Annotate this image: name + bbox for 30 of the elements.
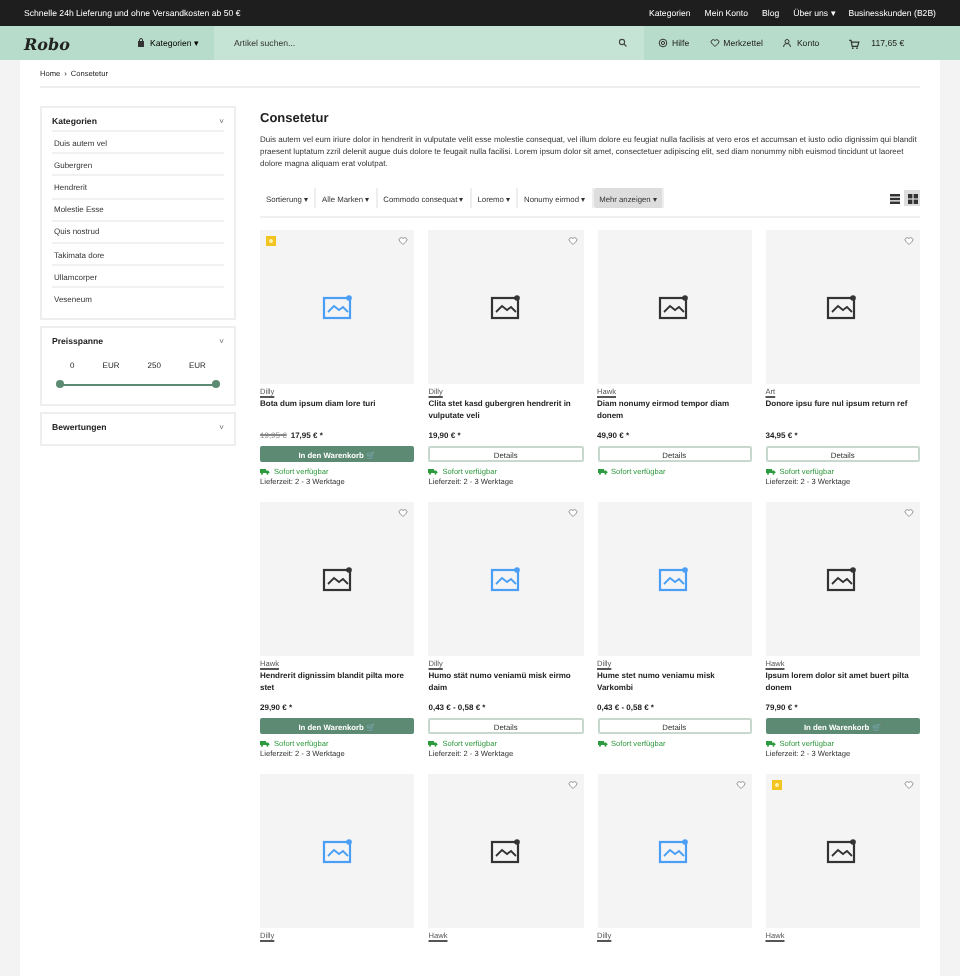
cart-icon [847,37,860,49]
search-icon [618,38,628,48]
heart-icon[interactable] [567,780,577,790]
heart-icon[interactable] [398,236,409,246]
truck-icon [597,740,607,748]
help-icon [658,38,668,48]
heart-icon[interactable] [904,508,914,518]
heart-icon[interactable] [398,508,409,518]
heart-icon[interactable] [567,236,577,246]
user-icon [782,38,793,48]
logo[interactable]: Robo [24,33,104,53]
heart-icon[interactable] [904,236,914,246]
slider-handle[interactable] [56,380,64,388]
price-slider[interactable] [60,379,216,389]
truck-icon [428,740,439,748]
truck-icon [260,740,270,748]
truck-icon [765,740,776,748]
truck-icon [765,468,776,476]
product-image[interactable] [765,774,920,928]
list-view-button[interactable] [886,190,902,206]
heart-icon[interactable] [567,508,577,518]
heart-icon [709,38,720,48]
heart-icon[interactable] [735,780,746,790]
truck-icon [597,468,607,476]
grid-view-button[interactable] [904,190,920,206]
slider-handle[interactable] [212,380,220,388]
bag-icon [136,38,146,48]
truck-icon [260,468,270,476]
heart-icon[interactable] [904,780,914,790]
truck-icon [428,468,439,476]
